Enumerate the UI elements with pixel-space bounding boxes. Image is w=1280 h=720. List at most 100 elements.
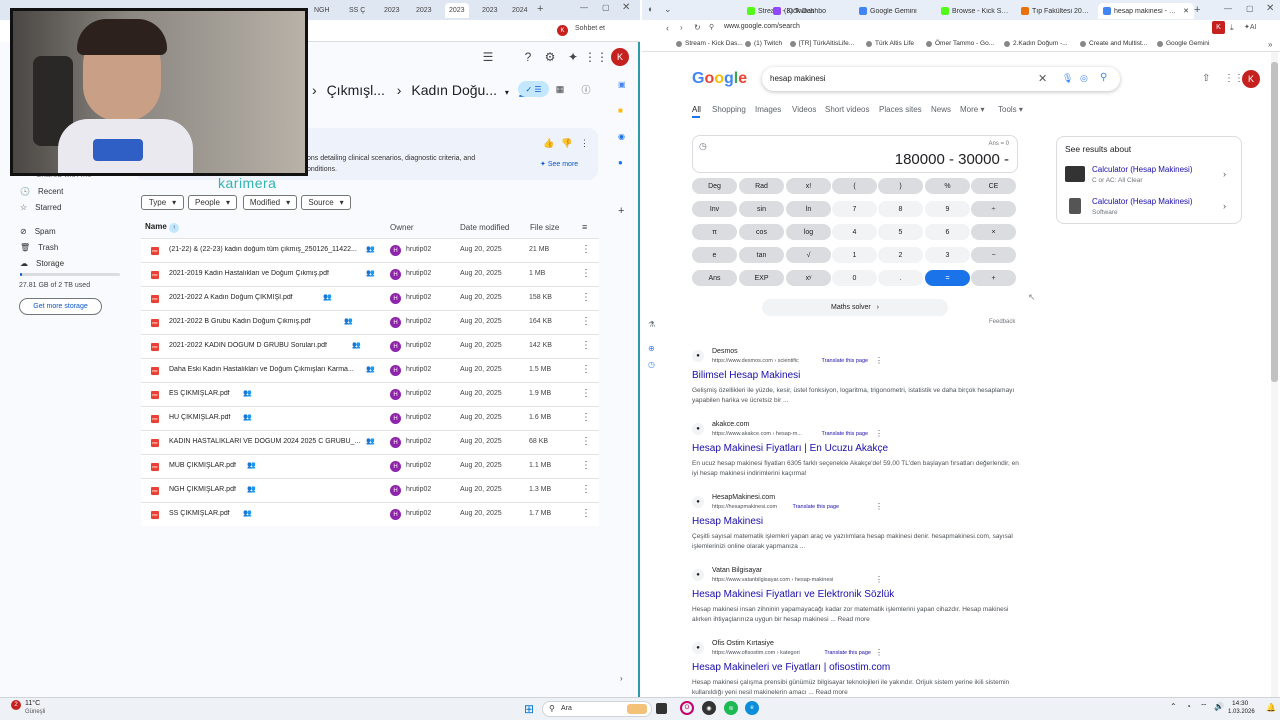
site-info-icon[interactable]: ⚲ <box>709 23 714 31</box>
column-header-size[interactable]: File size <box>530 223 559 232</box>
left-tab[interactable]: 2024 <box>508 3 532 18</box>
tab-search-icon[interactable]: ⌄ <box>664 4 672 15</box>
result-title[interactable]: Hesap Makineleri ve Fiyatları | ofisosti… <box>692 662 890 673</box>
column-header-name[interactable]: Name ↑ <box>145 222 180 233</box>
translate-link[interactable]: Translate this page <box>793 504 840 510</box>
search-tab[interactable]: Shopping <box>712 105 746 114</box>
account-avatar[interactable]: K <box>1242 70 1260 88</box>
browser-tab[interactable]: Google Gemini <box>854 3 932 19</box>
minimize-icon[interactable]: — <box>1224 4 1232 13</box>
calc-key[interactable]: ) <box>878 178 923 194</box>
clock-date[interactable]: 1.03.2026 <box>1228 709 1255 715</box>
help-icon[interactable]: ? <box>520 49 536 65</box>
left-tab[interactable]: 2023 <box>412 3 436 18</box>
url-field[interactable]: www.google.com/search <box>724 23 800 30</box>
keep-icon[interactable]: ■ <box>618 106 623 115</box>
calc-key[interactable]: Rad <box>739 178 784 194</box>
calc-key[interactable]: log <box>786 224 831 240</box>
more-vert-icon[interactable]: ⋮ <box>581 316 591 327</box>
close-tab-icon[interactable]: ✕ <box>1183 7 1189 15</box>
bookmark-item[interactable]: Create and Multist... <box>1080 40 1147 47</box>
filter-type[interactable]: Type ▾ <box>141 195 184 210</box>
calc-key[interactable]: xʸ <box>786 270 831 286</box>
chevron-down-icon[interactable]: ▾ <box>505 88 509 97</box>
search-tab[interactable]: Images <box>755 105 781 114</box>
more-vert-icon[interactable]: ⋮ <box>875 648 883 657</box>
calc-key[interactable]: √ <box>786 247 831 263</box>
search-box[interactable]: hesap makinesi ✕ 🎙 ◎ ⚲ <box>762 67 1120 91</box>
tab-actions-icon[interactable]: ◐ <box>648 4 653 14</box>
mic-icon[interactable]: 🎙 <box>1062 73 1073 84</box>
profile-avatar[interactable]: K <box>1212 21 1225 34</box>
edge-icon[interactable]: e <box>745 701 759 715</box>
minimize-icon[interactable]: — <box>580 3 588 12</box>
calc-key[interactable]: 5 <box>878 224 923 240</box>
calc-key[interactable]: 6 <box>925 224 970 240</box>
profile-avatar[interactable]: K <box>557 25 568 36</box>
tray-icon[interactable]: ◔ <box>1186 702 1191 711</box>
calc-key[interactable]: tan <box>739 247 784 263</box>
see-more-link[interactable]: ✦ See more <box>540 160 578 168</box>
calc-key[interactable]: π <box>692 224 737 240</box>
calc-key[interactable]: ÷ <box>971 201 1016 217</box>
opera-icon[interactable]: O <box>680 701 694 715</box>
file-row[interactable]: PDF 2021-2019 Kadın Hastalıkları ve Doğum… <box>141 262 599 286</box>
calc-key[interactable]: = <box>925 270 970 286</box>
contacts-icon[interactable]: ● <box>618 158 623 167</box>
calc-key[interactable]: ( <box>832 178 877 194</box>
list-view-toggle[interactable]: ✓ ☰ <box>518 81 549 97</box>
filter-source[interactable]: Source ▾ <box>301 195 351 210</box>
weather-temp[interactable]: 11°C <box>25 700 40 707</box>
more-vert-icon[interactable]: ⋮ <box>580 138 589 149</box>
search-tab[interactable]: Videos <box>792 105 816 114</box>
volume-icon[interactable]: 🔊 <box>1214 702 1224 711</box>
filter-people[interactable]: People ▾ <box>188 195 237 210</box>
file-row[interactable]: PDF ES ÇIKMIŞLAR.pdf 👥 Hhrutip02 Aug 20, 202… <box>141 382 599 406</box>
more-vert-icon[interactable]: ⋮ <box>581 244 591 255</box>
result-title[interactable]: Bilimsel Hesap Makinesi <box>692 370 800 381</box>
get-more-storage-button[interactable]: Get more storage <box>19 298 102 315</box>
download-icon[interactable]: ⤓ <box>1230 23 1234 33</box>
calc-key[interactable]: Deg <box>692 178 737 194</box>
more-vert-icon[interactable]: ⋮ <box>581 340 591 351</box>
tray-chevron-icon[interactable]: ⌃ <box>1170 702 1177 711</box>
file-row[interactable]: PDF Daha Eski Kadın Hastalıkları ve Doğum… <box>141 358 599 382</box>
calc-key[interactable]: 8 <box>878 201 923 217</box>
result-title[interactable]: Hesap Makinesi <box>692 516 763 527</box>
calc-key[interactable]: − <box>971 247 1016 263</box>
info-icon[interactable]: ⓘ <box>578 81 594 97</box>
left-address-bar[interactable]: K Sohbet et <box>300 20 640 42</box>
calc-key[interactable]: Inv <box>692 201 737 217</box>
clock-time[interactable]: 14:30 <box>1232 700 1248 707</box>
back-icon[interactable]: ‹ <box>666 23 669 33</box>
bookmarks-overflow-icon[interactable]: » <box>1268 40 1272 49</box>
search-tab[interactable]: News <box>931 105 951 114</box>
file-row[interactable]: PDF 2021-2022 B Grubu Kadın Doğum Çıkmış.… <box>141 310 599 334</box>
account-avatar[interactable]: K <box>611 48 629 66</box>
reload-icon[interactable]: ↻ <box>694 23 701 32</box>
maximize-icon[interactable]: ▢ <box>1246 4 1254 13</box>
translate-link[interactable]: Translate this page <box>824 650 871 656</box>
left-tab[interactable]: NGH <box>310 3 334 18</box>
file-row[interactable]: PDF MUB ÇIKMIŞLAR.pdf 👥 Hhrutip02 Aug 20, 20… <box>141 454 599 478</box>
calc-key[interactable]: CE <box>971 178 1016 194</box>
more-vert-icon[interactable]: ⋮ <box>581 460 591 471</box>
sohbet-button[interactable]: Sohbet et <box>575 25 605 32</box>
spotify-icon[interactable]: ≋ <box>724 701 738 715</box>
browser-tab[interactable]: Tıp Fakültesi 2023 Ta <box>1016 3 1096 19</box>
calc-key[interactable]: 0 <box>832 270 877 286</box>
more-vert-icon[interactable]: ⋮ <box>875 575 883 584</box>
bookmark-item[interactable]: 2.Kadın Doğum -... <box>1004 40 1068 47</box>
filter-modified[interactable]: Modified ▾ <box>243 195 297 210</box>
close-icon[interactable]: ✕ <box>1266 3 1274 14</box>
more-vert-icon[interactable]: ⋮ <box>581 364 591 375</box>
browser-tab[interactable]: hesap makinesi - Google S✕ <box>1098 3 1194 19</box>
more-vert-icon[interactable]: ⋮ <box>581 436 591 447</box>
breadcrumb-item[interactable]: Çıkmışl... <box>327 82 385 98</box>
settings-sliders-icon[interactable]: ☰ <box>480 49 496 65</box>
sidebar-item-recent[interactable]: 🕓 Recent <box>20 187 63 196</box>
sort-up-icon[interactable]: ↑ <box>169 223 180 233</box>
taskbar-search[interactable]: ⚲ Ara <box>542 701 652 717</box>
browser-tab[interactable]: Browse - Kick Stream <box>936 3 1014 19</box>
expand-panel-icon[interactable]: › <box>620 674 623 683</box>
